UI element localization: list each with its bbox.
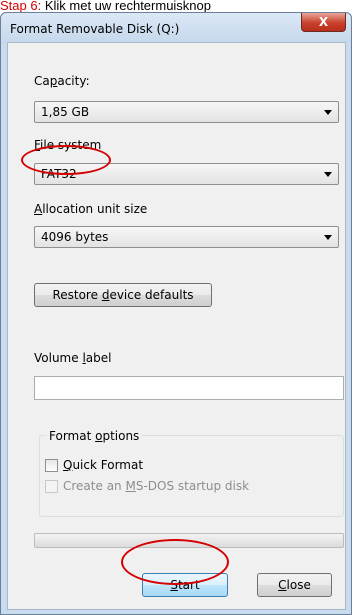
capacity-label: Capacity: <box>34 74 90 88</box>
dialog-content: Capacity: 1,85 GB File system FAT32 Allo… <box>7 42 346 610</box>
close-window-button[interactable]: X <box>301 13 346 32</box>
file-system-highlight <box>21 145 111 175</box>
chevron-down-icon <box>324 110 332 115</box>
title-bar: Format Removable Disk (Q:) X <box>1 13 351 43</box>
volume-label: Volume label <box>34 351 112 365</box>
allocation-value: 4096 bytes <box>41 230 109 244</box>
close-button[interactable]: Close <box>257 573 332 597</box>
chevron-down-icon <box>324 235 332 240</box>
allocation-select[interactable]: 4096 bytes <box>34 226 339 248</box>
format-dialog: Format Removable Disk (Q:) X Capacity: 1… <box>0 12 352 615</box>
msdos-startup-label: Create an MS-DOS startup disk <box>63 479 250 493</box>
window-title: Format Removable Disk (Q:) <box>10 22 180 36</box>
volume-label-input[interactable] <box>34 376 344 400</box>
msdos-startup-checkbox <box>45 480 58 493</box>
format-options-group <box>39 435 344 517</box>
allocation-label: Allocation unit size <box>34 202 148 216</box>
capacity-value: 1,85 GB <box>41 105 90 119</box>
restore-defaults-button[interactable]: Restore device defaults <box>34 283 212 307</box>
close-icon: X <box>318 15 329 29</box>
format-options-title: Format options <box>47 429 142 443</box>
start-button-highlight <box>121 539 229 585</box>
capacity-select[interactable]: 1,85 GB <box>34 101 339 123</box>
chevron-down-icon <box>324 172 332 177</box>
quick-format-checkbox[interactable] <box>45 459 58 472</box>
quick-format-label[interactable]: Quick Format <box>63 458 143 472</box>
